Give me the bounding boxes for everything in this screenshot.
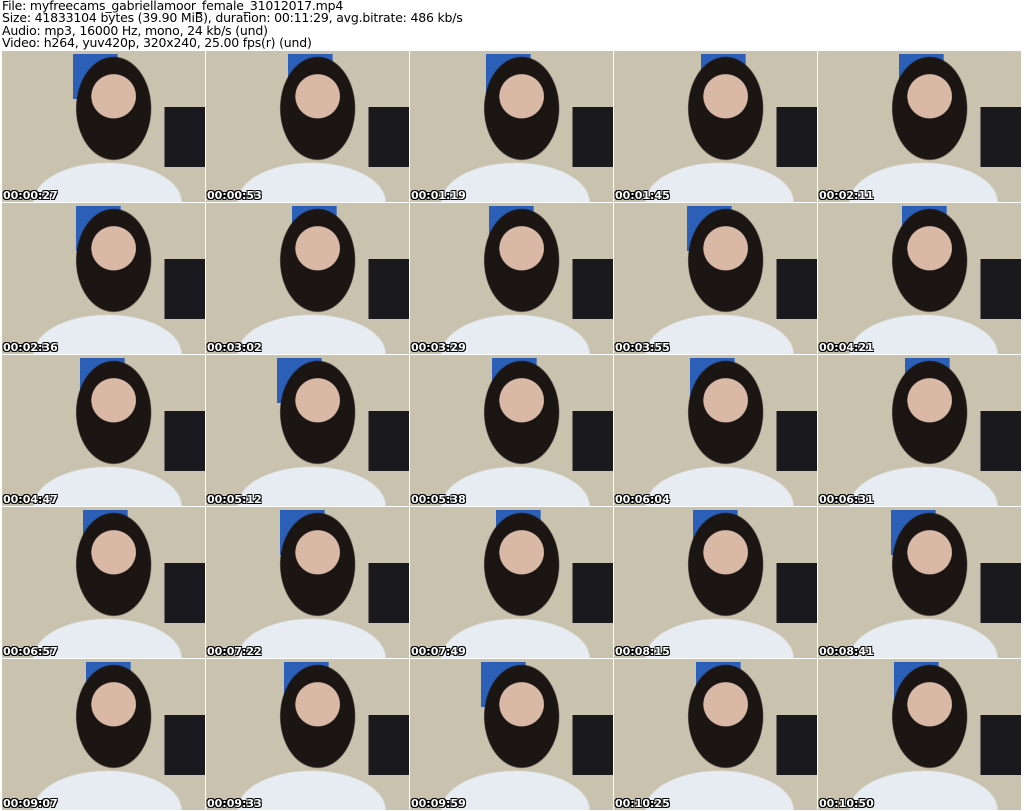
video-frame-thumbnail[interactable]: 00:05:38: [410, 355, 613, 506]
frame-timestamp: 00:06:57: [3, 645, 58, 658]
video-frame-thumbnail[interactable]: 00:03:55: [614, 203, 817, 354]
frame-timestamp: 00:00:53: [207, 189, 262, 202]
video-frame-thumbnail[interactable]: 00:04:21: [818, 203, 1021, 354]
video-frame-thumbnail[interactable]: 00:10:25: [614, 659, 817, 810]
video-frame-thumbnail[interactable]: 00:06:04: [614, 355, 817, 506]
video-frame-thumbnail[interactable]: 00:02:36: [2, 203, 205, 354]
file-info-header: File: myfreecams_gabriellamoor_female_31…: [2, 0, 463, 50]
frame-timestamp: 00:05:12: [207, 493, 262, 506]
video-frame-thumbnail[interactable]: 00:00:27: [2, 51, 205, 202]
frame-timestamp: 00:06:04: [615, 493, 670, 506]
frame-timestamp: 00:09:59: [411, 797, 466, 810]
frame-timestamp: 00:03:02: [207, 341, 262, 354]
frame-timestamp: 00:01:45: [615, 189, 670, 202]
video-frame-thumbnail[interactable]: 00:02:11: [818, 51, 1021, 202]
video-frame-thumbnail[interactable]: 00:09:07: [2, 659, 205, 810]
frame-timestamp: 00:02:11: [819, 189, 874, 202]
video-info: Video: h264, yuv420p, 320x240, 25.00 fps…: [2, 35, 312, 51]
frame-timestamp: 00:08:15: [615, 645, 670, 658]
video-frame-thumbnail[interactable]: 00:07:49: [410, 507, 613, 658]
frame-timestamp: 00:03:29: [411, 341, 466, 354]
frame-timestamp: 00:02:36: [3, 341, 58, 354]
frame-timestamp: 00:04:47: [3, 493, 58, 506]
video-frame-thumbnail[interactable]: 00:01:19: [410, 51, 613, 202]
video-frame-thumbnail[interactable]: 00:06:57: [2, 507, 205, 658]
frame-timestamp: 00:07:22: [207, 645, 262, 658]
video-frame-thumbnail[interactable]: 00:06:31: [818, 355, 1021, 506]
frame-timestamp: 00:10:50: [819, 797, 874, 810]
video-frame-thumbnail[interactable]: 00:10:50: [818, 659, 1021, 810]
frame-timestamp: 00:07:49: [411, 645, 466, 658]
frame-timestamp: 00:10:25: [615, 797, 670, 810]
frame-timestamp: 00:08:41: [819, 645, 874, 658]
frame-timestamp: 00:04:21: [819, 341, 874, 354]
video-frame-thumbnail[interactable]: 00:03:02: [206, 203, 409, 354]
video-frame-thumbnail[interactable]: 00:08:15: [614, 507, 817, 658]
video-frame-thumbnail[interactable]: 00:04:47: [2, 355, 205, 506]
video-frame-thumbnail[interactable]: 00:00:53: [206, 51, 409, 202]
frame-timestamp: 00:09:33: [207, 797, 262, 810]
video-frame-thumbnail[interactable]: 00:09:59: [410, 659, 613, 810]
video-frame-thumbnail[interactable]: 00:08:41: [818, 507, 1021, 658]
frame-timestamp: 00:01:19: [411, 189, 466, 202]
video-frame-thumbnail[interactable]: 00:09:33: [206, 659, 409, 810]
frame-timestamp: 00:06:31: [819, 493, 874, 506]
video-frame-thumbnail[interactable]: 00:05:12: [206, 355, 409, 506]
thumbnail-grid: 00:00:27 00:00:53 00:01:19 00:01:45 00:02:11…: [2, 51, 1021, 810]
frame-timestamp: 00:00:27: [3, 189, 58, 202]
video-frame-thumbnail[interactable]: 00:07:22: [206, 507, 409, 658]
frame-timestamp: 00:03:55: [615, 341, 670, 354]
frame-timestamp: 00:09:07: [3, 797, 58, 810]
video-frame-thumbnail[interactable]: 00:03:29: [410, 203, 613, 354]
video-frame-thumbnail[interactable]: 00:01:45: [614, 51, 817, 202]
frame-timestamp: 00:05:38: [411, 493, 466, 506]
